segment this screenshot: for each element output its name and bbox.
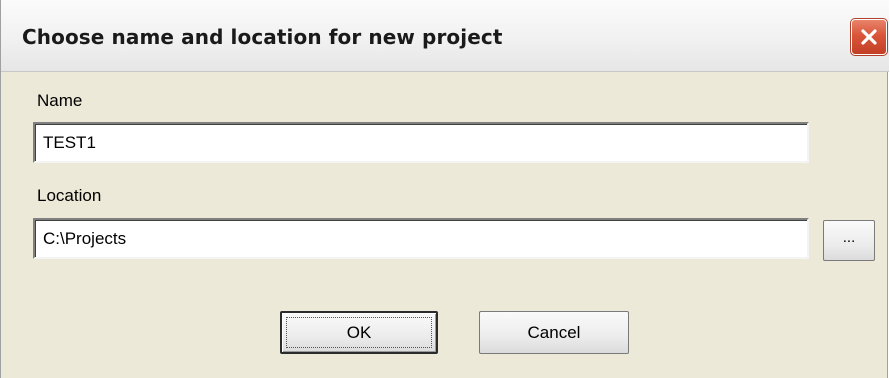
location-input[interactable]: C:\Projects [33,218,809,259]
title-bar: Choose name and location for new project [1,0,889,72]
cancel-button[interactable]: Cancel [479,311,629,354]
close-button[interactable] [850,18,888,56]
ok-button-label: OK [346,322,372,342]
cancel-button-label: Cancel [527,322,581,342]
dialog-title: Choose name and location for new project [22,25,503,49]
location-label: Location [37,186,102,205]
ok-button[interactable]: OK [280,311,438,354]
browse-button[interactable]: ... [823,220,875,261]
new-project-dialog: Choose name and location for new project… [0,0,889,378]
close-icon [859,27,879,47]
name-label: Name [37,91,83,110]
name-input[interactable]: TEST1 [33,122,809,163]
